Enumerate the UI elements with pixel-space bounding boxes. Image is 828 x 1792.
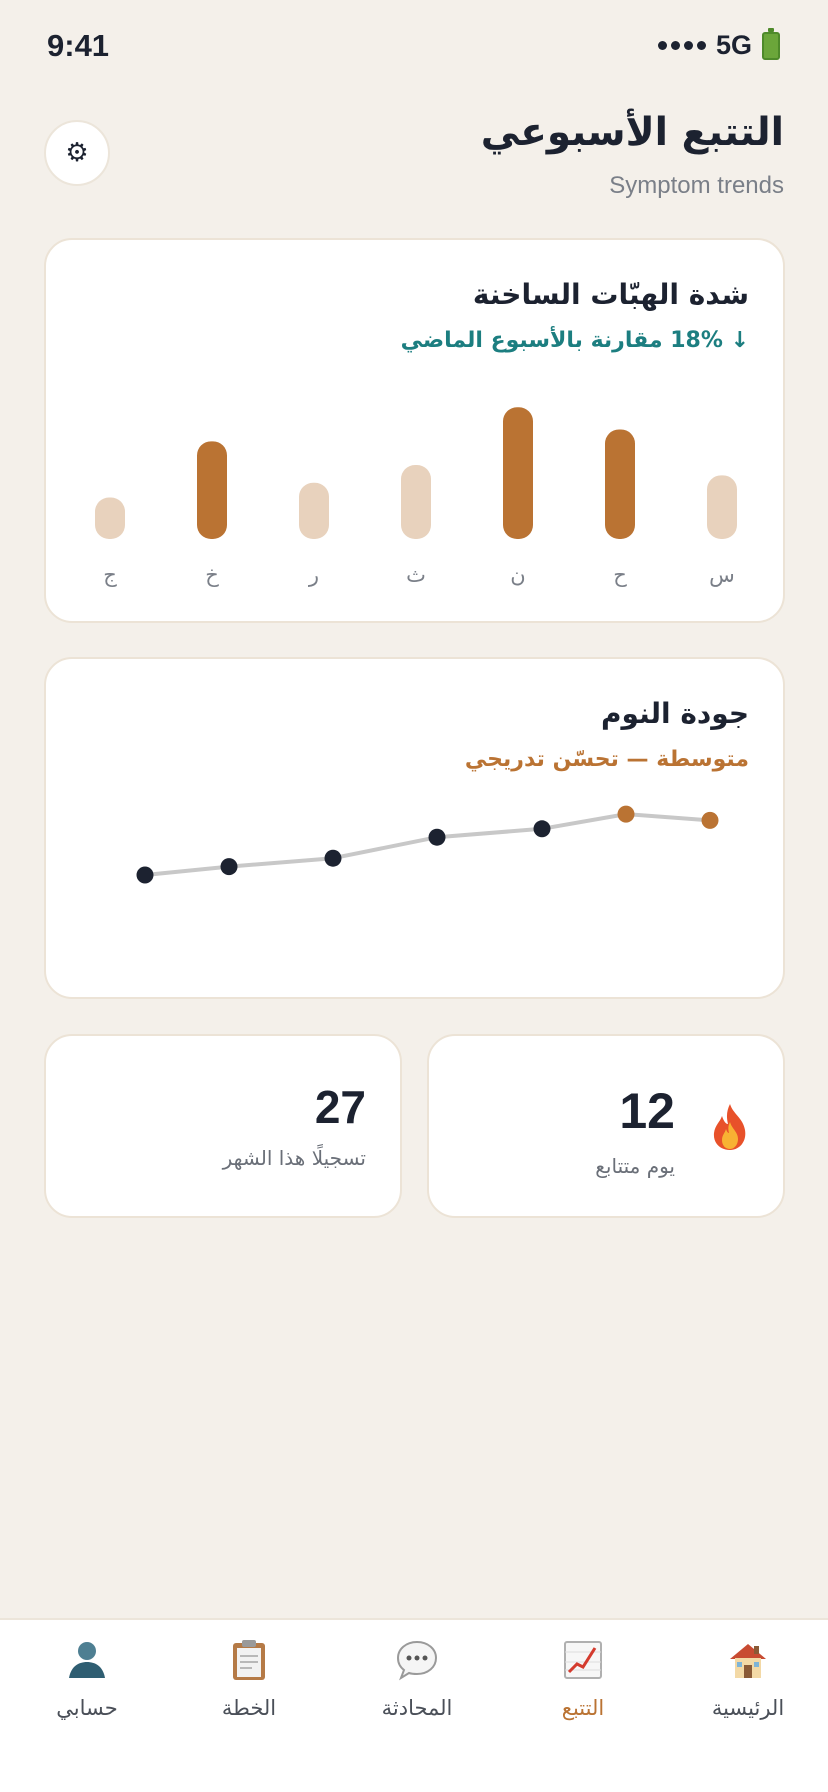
signal-icon bbox=[657, 41, 706, 50]
page-title: التتبع الأسبوعي bbox=[480, 110, 784, 155]
sleep-data-point bbox=[701, 811, 719, 829]
sleep-data-point bbox=[428, 828, 446, 846]
tab-label: الخطة bbox=[221, 1696, 277, 1720]
streak-card: 12 يوم متتابع bbox=[427, 1034, 785, 1218]
sleep-data-point bbox=[617, 805, 635, 823]
tab-profile[interactable]: حسابي bbox=[17, 1638, 157, 1738]
streak-value: 12 bbox=[619, 1083, 675, 1139]
streak-label: يوم متتابع bbox=[595, 1154, 675, 1178]
status-bar: 9:41 5G bbox=[0, 0, 828, 92]
logs-value: 27 bbox=[314, 1081, 366, 1133]
sleep-data-point bbox=[136, 866, 154, 884]
day-tick-label: س bbox=[709, 563, 735, 587]
sleep-data-point bbox=[324, 849, 342, 867]
status-indicators: 5G bbox=[657, 27, 780, 61]
tab-label: التتبع bbox=[561, 1696, 605, 1720]
monthly-logs-card: 27 تسجيلًا هذا الشهر bbox=[44, 1034, 402, 1218]
profile-icon bbox=[69, 1642, 105, 1678]
tab-plan[interactable]: الخطة bbox=[179, 1638, 319, 1738]
sleep-data-point bbox=[533, 820, 551, 838]
status-time: 9:41 bbox=[47, 28, 110, 63]
home-icon bbox=[730, 1644, 766, 1678]
tab-chat[interactable]: المحادثة bbox=[347, 1638, 487, 1738]
tab-label: المحادثة bbox=[381, 1696, 453, 1720]
hot-flash-card: س ح ن ث ر خ ج شدة الهبّات الساخنة ↓ 18% مقارنة… bbox=[44, 238, 785, 623]
logs-label: تسجيلًا هذا الشهر bbox=[222, 1146, 366, 1170]
hot-flash-bar bbox=[197, 441, 227, 539]
tab-home[interactable]: الرئيسية bbox=[678, 1638, 818, 1738]
hot-flash-bar bbox=[299, 482, 329, 539]
sleep-quality-card: جودة النوم متوسطة — تحسّن تدريجي bbox=[44, 657, 785, 999]
day-tick-label: ج bbox=[103, 563, 117, 588]
clipboard-icon bbox=[233, 1640, 265, 1680]
gear-icon: ⚙ bbox=[65, 138, 89, 168]
network-label: 5G bbox=[715, 30, 752, 60]
sleep-data-point bbox=[220, 858, 238, 876]
tab-label: الرئيسية bbox=[711, 1696, 785, 1720]
day-tick-label: ث bbox=[406, 563, 426, 587]
day-tick-label: ر bbox=[308, 563, 319, 587]
hot-flash-bar bbox=[605, 429, 635, 539]
battery-icon bbox=[762, 27, 780, 60]
sleep-title: جودة النوم bbox=[601, 697, 749, 730]
hot-flash-change: ↓ 18% مقارنة بالأسبوع الماضي bbox=[400, 328, 749, 353]
bottom-tab-bar: حسابي الخطة المحادثة التتبع الرئيسية bbox=[0, 1618, 828, 1792]
day-tick-label: ح bbox=[613, 563, 627, 587]
day-tick-label: خ bbox=[205, 563, 219, 587]
chat-icon bbox=[396, 1640, 438, 1681]
hot-flash-bar bbox=[401, 465, 431, 539]
hot-flash-title: شدة الهبّات الساخنة bbox=[472, 278, 749, 311]
chart-icon bbox=[564, 1641, 602, 1679]
day-tick-label: ن bbox=[510, 563, 525, 587]
tab-label: حسابي bbox=[56, 1696, 118, 1720]
hot-flash-bar bbox=[503, 407, 533, 539]
tracking-screen: 9:41 5G التتبع الأسبوعي Symptom trends ⚙… bbox=[0, 0, 828, 1792]
settings-button[interactable]: ⚙ bbox=[44, 120, 110, 186]
page-subtitle: Symptom trends bbox=[609, 172, 784, 199]
flame-icon bbox=[713, 1104, 746, 1150]
tab-tracking[interactable]: التتبع bbox=[513, 1638, 653, 1738]
hot-flash-bar bbox=[95, 497, 125, 539]
hot-flash-bar bbox=[707, 475, 737, 539]
sleep-summary: متوسطة — تحسّن تدريجي bbox=[464, 747, 749, 772]
